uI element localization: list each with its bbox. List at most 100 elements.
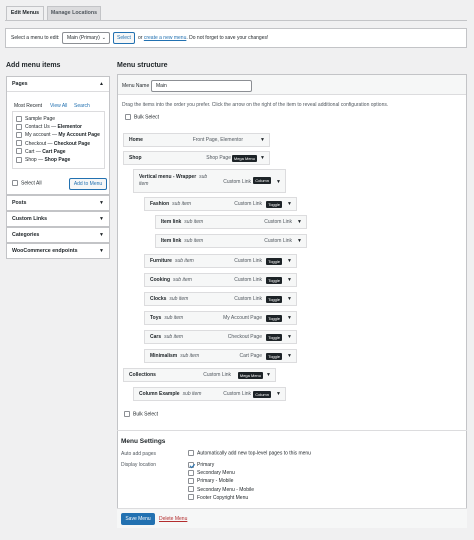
save-menu-button[interactable]: Save Menu [121, 513, 155, 525]
menu-settings-title: Menu Settings [121, 438, 166, 445]
tab-view-all[interactable]: View All [50, 103, 67, 109]
menu-item-badge: Toggle [266, 258, 282, 265]
caret-down-icon[interactable]: ▼ [287, 331, 292, 344]
caret-down-icon[interactable]: ▼ [297, 235, 302, 248]
menu-item-vertical-wrapper[interactable]: Vertical menu - Wrapper sub item Custom L… [133, 169, 286, 193]
menu-item-collections[interactable]: Collections Custom Link Mega Menu ▼ [123, 368, 276, 382]
caret-down-icon[interactable]: ▼ [287, 293, 292, 306]
pages-panel: Pages ▲ Most Recent View All Search Samp… [6, 76, 110, 195]
menu-item-clocks[interactable]: Clocks sub item Custom Link Toggle ▼ [144, 292, 297, 306]
menu-item-fashion[interactable]: Fashion sub item Custom Link Toggle ▼ [144, 197, 297, 211]
page-checkbox[interactable] [16, 132, 22, 139]
select-button[interactable]: Select [113, 32, 135, 44]
page-checkbox[interactable] [16, 123, 22, 130]
menu-item-type: Custom Link [264, 238, 292, 244]
menu-name-value: Main [156, 83, 167, 89]
caret-down-icon[interactable]: ▼ [276, 388, 281, 401]
menu-item-title: Cooking sub item [150, 277, 192, 283]
select-all-row[interactable]: Select All [12, 180, 42, 186]
auto-add-checkbox[interactable] [188, 450, 194, 456]
bulk-select-bottom[interactable]: Bulk Select [124, 411, 158, 417]
chevron-up-icon[interactable]: ▲ [99, 81, 104, 87]
create-new-menu-link[interactable]: create a new menu [144, 35, 187, 41]
location-secondary-mobile[interactable]: Secondary Menu - Mobile [188, 486, 254, 494]
bulk-select-checkbox[interactable] [124, 411, 130, 417]
menu-item-toys[interactable]: Toys sub item My Account Page Toggle ▼ [144, 311, 297, 325]
tab-most-recent[interactable]: Most Recent [14, 103, 42, 109]
menu-item-furniture[interactable]: Furniture sub item Custom Link Toggle ▼ [144, 254, 297, 268]
delete-menu-link[interactable]: Delete Menu [159, 516, 187, 522]
caret-down-icon[interactable]: ▼ [266, 369, 271, 382]
page-tag: Cart Page [42, 148, 66, 155]
pages-panel-title[interactable]: Pages [12, 81, 28, 87]
caret-down-icon[interactable]: ▼ [297, 216, 302, 229]
page-checkbox[interactable] [16, 140, 22, 147]
menu-item-type: Custom Link [223, 179, 251, 185]
add-to-menu-button[interactable]: Add to Menu [69, 178, 107, 190]
page-tag: Shop Page [44, 157, 71, 164]
page-name: Sample Page [25, 116, 56, 122]
menu-item-type: Shop Page [206, 155, 231, 161]
menu-item-title: Shop [129, 155, 142, 161]
select-all-checkbox[interactable] [12, 180, 18, 186]
page-checkbox[interactable] [16, 148, 22, 155]
caret-down-icon[interactable]: ▼ [287, 312, 292, 325]
menu-item-type: Custom Link [234, 258, 262, 264]
menu-item-item-link[interactable]: Item link sub item Custom Link ▼ [155, 215, 307, 229]
accordion-custom-links[interactable]: Custom Links ▼ [6, 211, 110, 227]
caret-down-icon[interactable]: ▼ [287, 198, 292, 211]
list-item[interactable]: Contact Us — Elementor [16, 123, 100, 131]
bulk-select-checkbox[interactable] [125, 114, 131, 120]
caret-down-icon[interactable]: ▼ [260, 152, 265, 165]
menu-item-badge: Toggle [266, 296, 282, 303]
menu-select[interactable]: Main (Primary) ⌄ [62, 32, 110, 44]
chevron-down-icon: ⌄ [101, 35, 106, 41]
page-checkbox[interactable] [16, 156, 22, 163]
caret-down-icon[interactable]: ▼ [287, 255, 292, 268]
page-name: My account — [25, 132, 59, 139]
menu-item-badge: Toggle [266, 334, 282, 341]
list-item[interactable]: Shop — Shop Page [16, 156, 100, 164]
menu-item-cooking[interactable]: Cooking sub item Custom Link Toggle ▼ [144, 273, 297, 287]
caret-down-icon[interactable]: ▼ [287, 274, 292, 287]
bulk-select-top[interactable]: Bulk Select [125, 114, 159, 120]
list-item[interactable]: My account — My Account Page [16, 131, 100, 139]
accordion-posts[interactable]: Posts ▼ [6, 195, 110, 211]
tab-edit-menus[interactable]: Edit Menus [6, 6, 44, 21]
location-primary-mobile[interactable]: Primary - Mobile [188, 477, 254, 485]
caret-down-icon[interactable]: ▼ [287, 350, 292, 363]
menu-item-cars[interactable]: Cars sub item Checkout Page Toggle ▼ [144, 330, 297, 344]
location-label: Primary - Mobile [197, 478, 234, 485]
menu-structure-title: Menu structure [117, 62, 168, 69]
menu-item-minimalism[interactable]: Minimalism sub item Cart Page Toggle ▼ [144, 349, 297, 363]
location-primary[interactable]: Primary [188, 461, 254, 469]
menu-item-item-link[interactable]: Item link sub item Custom Link ▼ [155, 234, 307, 248]
location-checkbox[interactable] [188, 469, 194, 476]
location-secondary[interactable]: Secondary Menu [188, 469, 254, 477]
select-all-label: Select All [21, 180, 42, 187]
create-menu-text: or create a new menu. Do not forget to s… [138, 35, 268, 41]
tab-manage-locations[interactable]: Manage Locations [47, 6, 101, 20]
menu-item-title: Fashion sub item [150, 201, 192, 207]
location-checkbox[interactable] [188, 486, 194, 493]
location-footer-copyright[interactable]: Footer Copyright Menu [188, 494, 254, 502]
menu-item-title: Clocks sub item [150, 296, 189, 302]
menu-item-shop[interactable]: Shop Shop Page Mega Menu ▼ [123, 151, 270, 165]
page-checkbox[interactable] [16, 115, 22, 122]
list-item[interactable]: Checkout — Checkout Page [16, 140, 100, 148]
menu-name-label: Menu Name [122, 83, 150, 89]
caret-down-icon[interactable]: ▼ [276, 176, 281, 189]
accordion-woocommerce-endpoints[interactable]: WooCommerce endpoints ▼ [6, 243, 110, 259]
location-checkbox[interactable] [188, 494, 194, 501]
menu-name-input[interactable]: Main [151, 80, 252, 92]
accordion-categories[interactable]: Categories ▼ [6, 227, 110, 243]
caret-down-icon[interactable]: ▼ [260, 134, 265, 147]
auto-add-row[interactable]: Automatically add new top-level pages to… [188, 450, 311, 456]
tab-search[interactable]: Search [74, 103, 90, 109]
menu-item-home[interactable]: Home Front Page, Elementor ▼ [123, 133, 270, 147]
location-checkbox[interactable] [188, 478, 194, 485]
list-item[interactable]: Sample Page [16, 115, 100, 123]
list-item[interactable]: Cart — Cart Page [16, 148, 100, 156]
location-checkbox[interactable] [188, 461, 194, 468]
menu-item-column-example[interactable]: Column Example sub item Custom Link Colum… [133, 387, 286, 401]
